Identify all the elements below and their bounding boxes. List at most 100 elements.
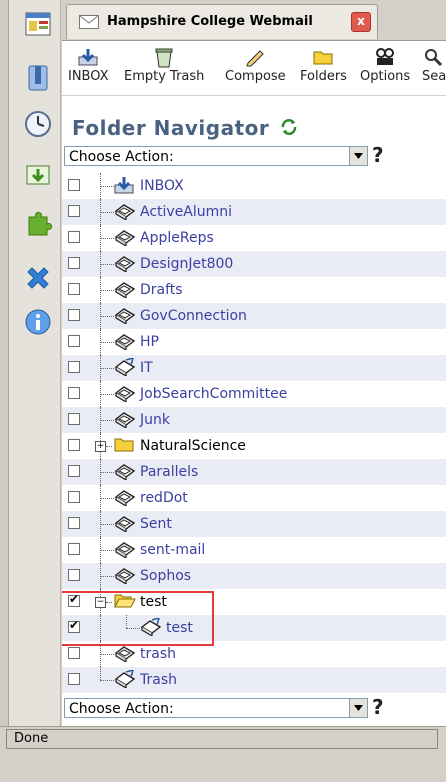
mailbox-icon (114, 462, 136, 484)
folder-checkbox[interactable] (68, 465, 80, 477)
folder-link[interactable]: IT (140, 360, 153, 376)
folder-checkbox[interactable] (68, 309, 80, 321)
folder-link[interactable]: Junk (140, 412, 170, 428)
tab-close-button[interactable]: x (351, 12, 371, 32)
choose-action-select-bottom[interactable]: Choose Action: (64, 698, 368, 718)
block-icon[interactable] (22, 262, 54, 294)
folder-link[interactable]: DesignJet800 (140, 256, 233, 272)
tree-line (100, 615, 102, 641)
options-button[interactable]: Options (360, 45, 410, 84)
folder-link[interactable]: Drafts (140, 282, 183, 298)
tree-connector (100, 316, 114, 318)
folder-checkbox[interactable] (68, 439, 80, 451)
refresh-icon[interactable] (280, 118, 298, 140)
folder-link[interactable]: sent-mail (140, 542, 205, 558)
folder-checkbox[interactable] (68, 673, 80, 685)
folder-checkbox[interactable] (68, 335, 80, 347)
addons-icon[interactable] (22, 208, 54, 240)
folder-row: IT (62, 355, 446, 381)
chevron-down-icon[interactable] (349, 147, 367, 165)
folder-link[interactable]: ActiveAlumni (140, 204, 232, 220)
folder-checkbox[interactable] (68, 413, 80, 425)
info-icon[interactable] (22, 306, 54, 338)
folder-checkbox[interactable] (68, 517, 80, 529)
folder-checkbox[interactable] (68, 543, 80, 555)
folder-checkbox[interactable] (68, 569, 80, 581)
help-icon[interactable]: ? (372, 143, 384, 167)
folder-link[interactable]: Trash (140, 672, 177, 688)
tree-connector (100, 472, 114, 474)
choose-action-value: Choose Action: (69, 701, 174, 717)
status-bar: Done (0, 726, 446, 751)
folder-link[interactable]: HP (140, 334, 159, 350)
folder-link[interactable]: Sent (140, 516, 172, 532)
folder-link[interactable]: test (166, 620, 193, 636)
mailbox-icon (114, 228, 136, 250)
folder-link[interactable]: Sophos (140, 568, 191, 584)
tree-connector (100, 498, 114, 500)
tree-connector (100, 420, 114, 422)
folder-checkbox[interactable] (68, 647, 80, 659)
folder-link[interactable]: INBOX (140, 178, 184, 194)
folder-row: trash (62, 641, 446, 667)
options-button-label: Options (360, 69, 411, 84)
search-button[interactable]: Sea (422, 45, 446, 84)
folder-row: ActiveAlumni (62, 199, 446, 225)
folder-checkbox[interactable] (68, 205, 80, 217)
folder-row: JobSearchCommittee (62, 381, 446, 407)
history-icon[interactable] (22, 108, 54, 140)
folder-checkbox[interactable] (68, 257, 80, 269)
folder-checkbox[interactable] (68, 491, 80, 503)
empty-trash-button-label: Empty Trash (124, 69, 205, 84)
folder-checkbox[interactable] (68, 179, 80, 191)
folder-checkbox[interactable] (68, 592, 80, 607)
chevron-down-icon[interactable] (349, 699, 367, 717)
folder-link[interactable]: redDot (140, 490, 188, 506)
folder-row: HP (62, 329, 446, 355)
folder-link[interactable]: JobSearchCommittee (140, 386, 287, 402)
folder-icon (114, 436, 134, 456)
mailbox-new-icon (140, 616, 162, 640)
folder-link[interactable]: trash (140, 646, 176, 662)
collapse-icon[interactable]: − (95, 597, 106, 608)
tree-connector (100, 186, 114, 188)
tree-connector (106, 446, 112, 448)
help-icon[interactable]: ? (372, 695, 384, 719)
folders-icon (313, 51, 333, 65)
folder-link[interactable]: AppleReps (140, 230, 214, 246)
folder-label: NaturalScience (140, 438, 246, 454)
empty-trash-button[interactable]: Empty Trash (124, 45, 204, 84)
expand-icon[interactable]: + (95, 441, 106, 452)
mail-toolbar: INBOX Empty Trash Compose Folders Option… (62, 41, 446, 96)
compose-button[interactable]: Compose (225, 45, 286, 84)
compose-icon (246, 50, 265, 67)
folder-row: Trash (62, 667, 446, 693)
folder-checkbox[interactable] (68, 387, 80, 399)
folder-checkbox[interactable] (68, 231, 80, 243)
folder-link[interactable]: GovConnection (140, 308, 247, 324)
tab-webmail[interactable]: Hampshire College Webmail x (66, 4, 378, 39)
inbox-button[interactable]: INBOX (68, 45, 109, 84)
folder-checkbox[interactable] (68, 618, 80, 633)
mailbox-icon (114, 280, 136, 302)
sidebar-grip[interactable] (0, 0, 9, 726)
sidebar-webpage-icon[interactable] (22, 8, 54, 40)
folders-button[interactable]: Folders (300, 45, 347, 84)
action-row-top: Choose Action: ? (64, 143, 442, 168)
folder-row: INBOX (62, 173, 446, 199)
folder-row: Sophos (62, 563, 446, 589)
inbox-icon (114, 176, 134, 198)
folder-checkbox[interactable] (68, 283, 80, 295)
close-icon: x (357, 14, 365, 28)
folder-link[interactable]: Parallels (140, 464, 198, 480)
choose-action-select-top[interactable]: Choose Action: (64, 146, 368, 166)
mailbox-icon (114, 384, 136, 406)
folder-checkbox[interactable] (68, 361, 80, 373)
downloads-icon[interactable] (22, 160, 54, 192)
folder-row: Parallels (62, 459, 446, 485)
status-text: Done (14, 731, 49, 746)
bookmarks-icon[interactable] (22, 62, 54, 94)
tree-connector (100, 368, 114, 370)
mailbox-icon (114, 202, 136, 224)
mailbox-icon (114, 540, 136, 562)
